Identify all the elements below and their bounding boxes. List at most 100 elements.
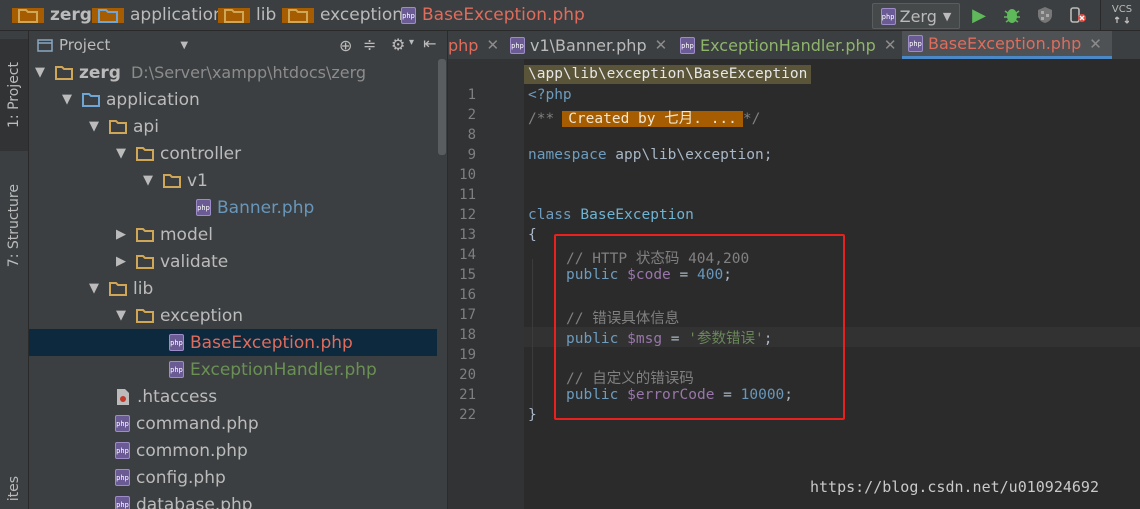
editor-tab-exceptionhandler[interactable]: php ExceptionHandler.php ✕ xyxy=(676,31,904,59)
tool-window-strip: 1: Project 7: Structure ites xyxy=(0,31,29,509)
folder-icon xyxy=(136,309,154,323)
project-tree: ▼ zerg D:\Server\xampp\htdocs\zerg ▼ app… xyxy=(29,59,437,509)
close-icon[interactable]: ✕ xyxy=(884,36,897,54)
phone-debug-icon xyxy=(1070,7,1086,23)
debug-icon[interactable] xyxy=(1000,3,1024,27)
expand-arrow-icon[interactable]: ▼ xyxy=(60,92,74,107)
project-folder-icon xyxy=(37,39,53,52)
project-tree-scrollbar[interactable] xyxy=(437,59,447,509)
tree-row[interactable]: php config.php xyxy=(29,464,437,491)
php-file-icon: php xyxy=(196,199,211,216)
editor-tab-banner[interactable]: php v1\Banner.php ✕ xyxy=(506,31,675,59)
line-number: 22 xyxy=(459,407,476,423)
breadcrumb-item-exception[interactable]: exception xyxy=(282,0,403,30)
breadcrumb-item-file[interactable]: php BaseException.php xyxy=(401,0,585,30)
stop-debug-icon[interactable] xyxy=(1066,3,1090,27)
breadcrumb-item-lib[interactable]: lib xyxy=(218,0,276,30)
line-number: 8 xyxy=(467,127,476,143)
php-file-icon: php xyxy=(169,334,184,351)
locate-file-icon[interactable]: ⊕ xyxy=(339,36,352,55)
tree-row-selected[interactable]: php BaseException.php xyxy=(29,329,437,356)
highlight-annotation-box xyxy=(554,234,845,420)
line-number: 1 xyxy=(467,87,476,103)
gear-dropdown-icon[interactable]: ▾ xyxy=(409,37,414,48)
tree-row[interactable]: ▼ zerg D:\Server\xampp\htdocs\zerg xyxy=(29,59,437,86)
folder-icon xyxy=(12,7,44,23)
php-file-icon: php xyxy=(115,496,130,509)
tree-row[interactable]: php ExceptionHandler.php xyxy=(29,356,437,383)
indent-guide xyxy=(532,259,533,419)
project-tool-tab[interactable]: 1: Project xyxy=(0,39,28,151)
php-file-icon: php xyxy=(115,415,130,432)
code-line: namespace app\lib\exception; xyxy=(528,147,773,163)
expand-arrow-icon[interactable]: ▼ xyxy=(87,119,101,134)
expand-arrow-icon[interactable]: ▼ xyxy=(87,281,101,296)
close-icon[interactable]: ✕ xyxy=(1089,35,1102,53)
folder-icon xyxy=(136,228,154,242)
line-number: 2 xyxy=(467,107,476,123)
code-line: { xyxy=(528,227,537,243)
expand-arrow-icon[interactable]: ▼ xyxy=(33,65,47,80)
editor-tab-baseexception[interactable]: php BaseException.php ✕ xyxy=(902,31,1112,59)
vcs-button[interactable]: VCS xyxy=(1108,3,1136,27)
bug-icon xyxy=(1004,9,1020,23)
editor-tabs: php ✕ php v1\Banner.php ✕ php ExceptionH… xyxy=(448,31,1140,60)
project-view-select[interactable]: Project ▼ xyxy=(37,31,188,59)
breadcrumb-item-zerg[interactable]: zerg xyxy=(12,0,92,30)
hide-panel-icon[interactable]: ⇤ xyxy=(423,34,436,53)
expand-arrow-icon[interactable]: ▼ xyxy=(141,173,155,188)
close-icon[interactable]: ✕ xyxy=(655,36,668,54)
php-file-icon: php xyxy=(908,35,923,52)
run-icon[interactable]: ▶ xyxy=(968,3,990,27)
collapse-arrow-icon[interactable]: ▶ xyxy=(114,254,128,269)
tree-row[interactable]: .htaccess xyxy=(29,383,437,410)
tree-row[interactable]: ▼ controller xyxy=(29,140,437,167)
breadcrumb-item-application[interactable]: application xyxy=(92,0,224,30)
line-number: 12 xyxy=(459,207,476,223)
tree-row[interactable]: ▼ api xyxy=(29,113,437,140)
line-number: 10 xyxy=(459,167,476,183)
tree-row[interactable]: php command.php xyxy=(29,410,437,437)
module-folder-icon xyxy=(82,93,100,107)
favorites-tool-tab[interactable]: ites xyxy=(0,469,28,509)
folder-icon xyxy=(109,120,127,134)
collapse-arrow-icon[interactable]: ▶ xyxy=(114,227,128,242)
tree-row[interactable]: php database.php xyxy=(29,491,437,509)
folder-icon xyxy=(136,147,154,161)
toolbar-divider xyxy=(1100,0,1101,30)
tree-row[interactable]: ▶ validate xyxy=(29,248,437,275)
line-number: 18 xyxy=(459,327,476,343)
tree-row[interactable]: php Banner.php xyxy=(29,194,437,221)
code-line: /** Created by 七月. ... */ xyxy=(528,111,761,127)
tree-row[interactable]: ▶ model xyxy=(29,221,437,248)
line-number: 9 xyxy=(467,147,476,163)
run-configuration-select[interactable]: php Zerg ▼ xyxy=(872,3,960,29)
collapse-all-icon[interactable]: ≑ xyxy=(363,35,376,54)
line-number-gutter: 1 2 8 9 10 11 12 13 14 15 16 17 18 19 20… xyxy=(448,59,524,509)
coverage-icon[interactable] xyxy=(1034,3,1056,27)
expand-arrow-icon[interactable]: ▼ xyxy=(114,308,128,323)
folded-comment[interactable]: Created by 七月. ... xyxy=(562,111,743,127)
tree-row[interactable]: ▼ application xyxy=(29,86,437,113)
line-number: 17 xyxy=(459,307,476,323)
structure-tool-tab[interactable]: 7: Structure xyxy=(0,161,28,291)
folder-icon xyxy=(218,7,250,23)
close-icon[interactable]: ✕ xyxy=(486,36,499,54)
php-file-icon: php xyxy=(169,361,184,378)
tree-row[interactable]: ▼ v1 xyxy=(29,167,437,194)
line-number: 14 xyxy=(459,247,476,263)
gear-icon[interactable]: ⚙ xyxy=(391,35,405,54)
tree-row[interactable]: php common.php xyxy=(29,437,437,464)
expand-arrow-icon[interactable]: ▼ xyxy=(114,146,128,161)
folder-icon xyxy=(55,66,73,80)
folder-icon xyxy=(136,255,154,269)
tree-row[interactable]: ▼ lib xyxy=(29,275,437,302)
vcs-arrows-icon xyxy=(1115,16,1129,24)
php-file-icon: php xyxy=(401,6,416,24)
folder-icon xyxy=(163,174,181,188)
line-number: 20 xyxy=(459,367,476,383)
editor-tab-partial[interactable]: php ✕ xyxy=(448,31,505,59)
scrollbar-thumb[interactable] xyxy=(438,59,446,155)
tree-row[interactable]: ▼ exception xyxy=(29,302,437,329)
htaccess-file-icon xyxy=(117,388,129,405)
